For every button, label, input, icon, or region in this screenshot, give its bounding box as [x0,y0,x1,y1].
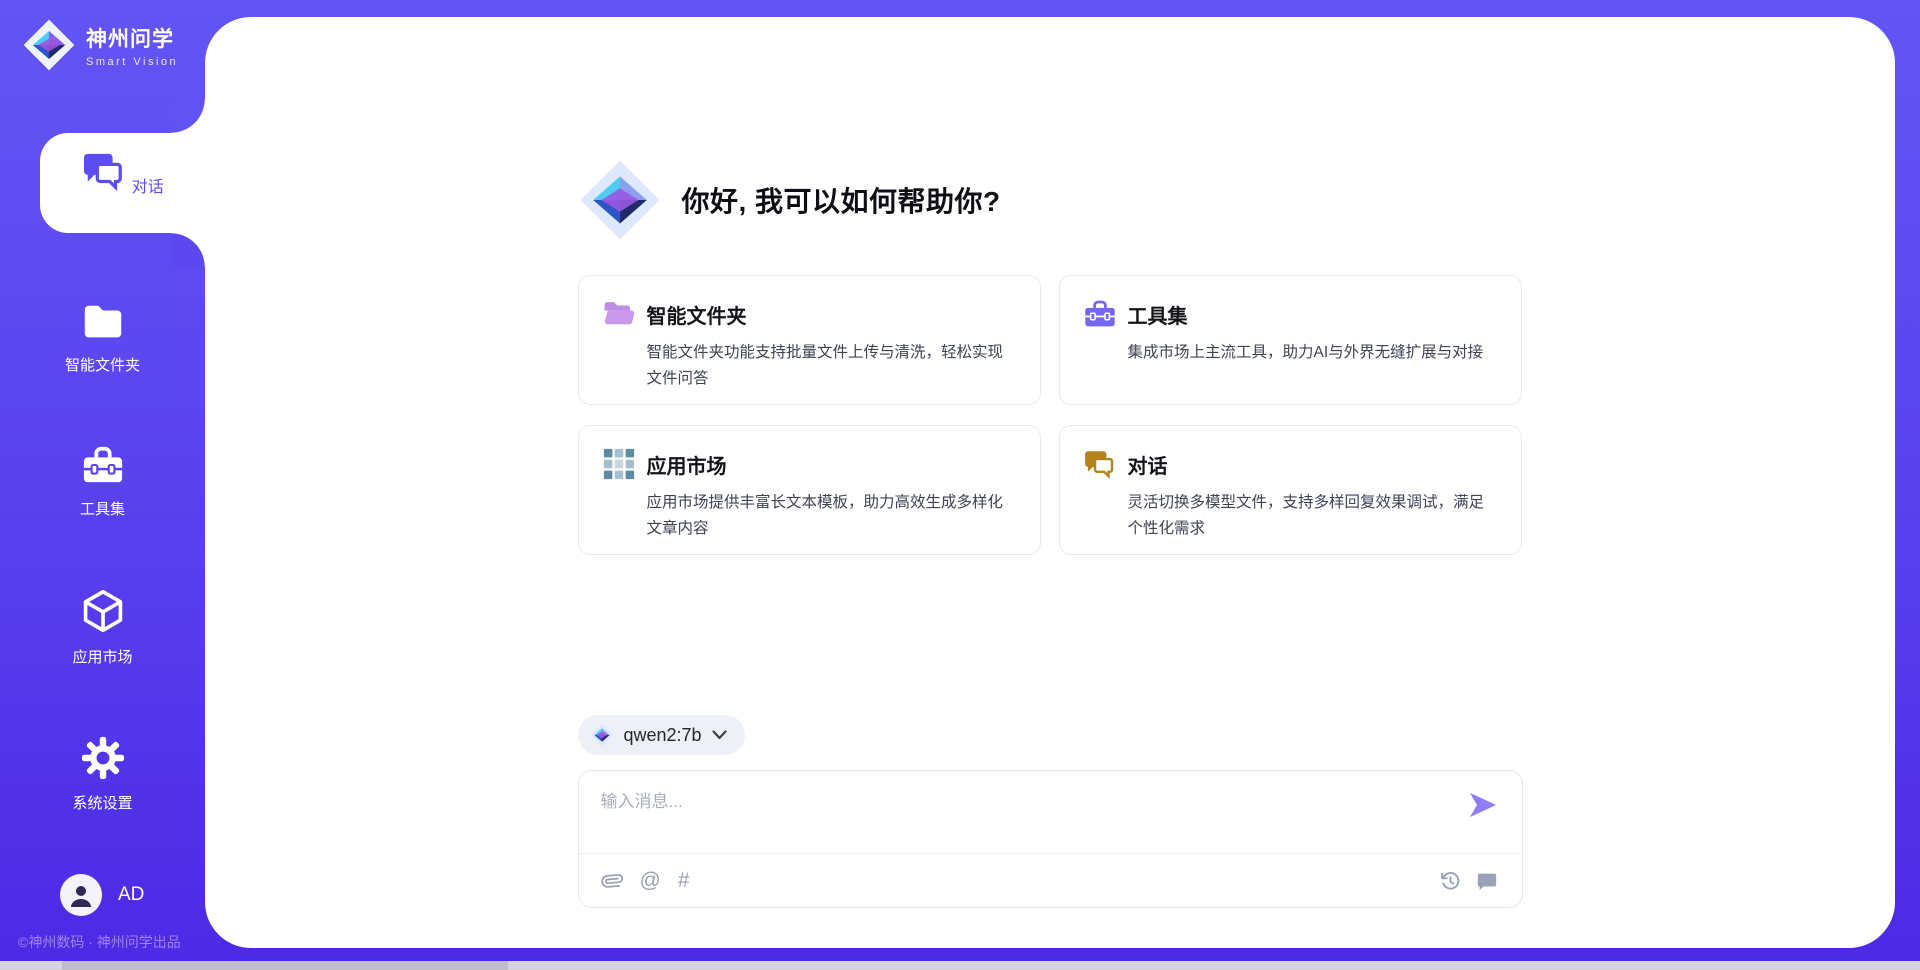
toolbox-icon [1083,297,1117,331]
card-title: 应用市场 [647,450,727,479]
model-name: qwen2:7b [624,725,702,746]
attachment-icon[interactable] [601,869,623,893]
horizontal-scrollbar-thumb[interactable] [62,961,508,970]
card-title: 对话 [1128,450,1168,479]
sidebar-item-label: 应用市场 [0,646,205,667]
card-description: 灵活切换多模型文件，支持多样回复效果调试，满足个性化需求 [1128,490,1499,542]
card-description: 应用市场提供丰富长文本模板，助力高效生成多样化文章内容 [647,490,1018,542]
sidebar-item-smart-folder[interactable]: 智能文件夹 [0,302,205,375]
sidebar-item-label: 智能文件夹 [0,354,205,375]
toolbox-icon [80,444,126,486]
feedback-chat-icon[interactable] [1476,870,1498,892]
sidebar-item-app-market[interactable]: 应用市场 [0,588,205,667]
card-smart-folder[interactable]: 智能文件夹 智能文件夹功能支持批量文件上传与清洗，轻松实现文件问答 [578,275,1041,405]
card-chat[interactable]: 对话 灵活切换多模型文件，支持多样回复效果调试，满足个性化需求 [1059,425,1522,555]
app-logo: 神州问学 Smart Vision [22,18,178,72]
card-description: 集成市场上主流工具，助力AI与外界无缝扩展与对接 [1128,340,1499,366]
copyright-text: ©神州数码 · 神州问学出品 [18,932,181,952]
avatar [60,874,102,916]
sidebar-item-chat[interactable]: 对话 [40,133,205,233]
message-composer: @ # [578,770,1523,908]
brand-diamond-icon [22,18,76,72]
app-subtitle: Smart Vision [86,56,178,68]
model-diamond-icon [590,723,614,747]
message-input[interactable] [601,787,1441,845]
sidebar: 神州问学 Smart Vision 对话 智能文件夹 工具集 [0,0,205,970]
chevron-down-icon [712,730,727,740]
card-title: 智能文件夹 [647,300,747,329]
sidebar-item-label: 工具集 [0,498,205,519]
card-app-market[interactable]: 应用市场 应用市场提供丰富长文本模板，助力高效生成多样化文章内容 [578,425,1041,555]
hashtag-icon[interactable]: # [678,870,690,891]
user-profile[interactable]: AD [60,874,144,916]
chat-icon [1083,447,1117,481]
chat-icon [81,150,127,192]
folder-open-icon [602,297,636,331]
greeting: 你好, 我可以如何帮助你? [578,158,1001,242]
folder-icon [80,302,126,342]
horizontal-scrollbar-track[interactable] [0,961,1920,970]
card-toolbox[interactable]: 工具集 集成市场上主流工具，助力AI与外界无缝扩展与对接 [1059,275,1522,405]
card-description: 智能文件夹功能支持批量文件上传与清洗，轻松实现文件问答 [647,340,1018,392]
sidebar-item-settings[interactable]: 系统设置 [0,736,205,813]
mention-icon[interactable]: @ [640,870,661,891]
user-name: AD [118,884,144,906]
model-selector[interactable]: qwen2:7b [578,715,745,755]
app-name: 神州问学 [86,23,178,53]
greeting-title: 你好, 我可以如何帮助你? [682,180,1001,220]
sidebar-item-label: 系统设置 [0,792,205,813]
history-icon[interactable] [1439,870,1461,892]
cube-icon [81,588,125,634]
sidebar-item-label: 对话 [132,179,164,196]
send-icon[interactable] [1468,791,1498,819]
person-icon [68,882,94,908]
gear-icon [81,736,125,780]
card-title: 工具集 [1128,300,1188,329]
greeting-diamond-icon [578,158,662,242]
grid-icon [602,447,636,481]
sidebar-item-toolbox[interactable]: 工具集 [0,444,205,519]
composer-toolbar: @ # [579,854,1522,907]
content: 你好, 我可以如何帮助你? 智能文件夹 智能文件夹功能支持批量文件上传与清洗，轻… [205,17,1895,948]
feature-cards: 智能文件夹 智能文件夹功能支持批量文件上传与清洗，轻松实现文件问答 工具集 集成… [578,275,1523,555]
